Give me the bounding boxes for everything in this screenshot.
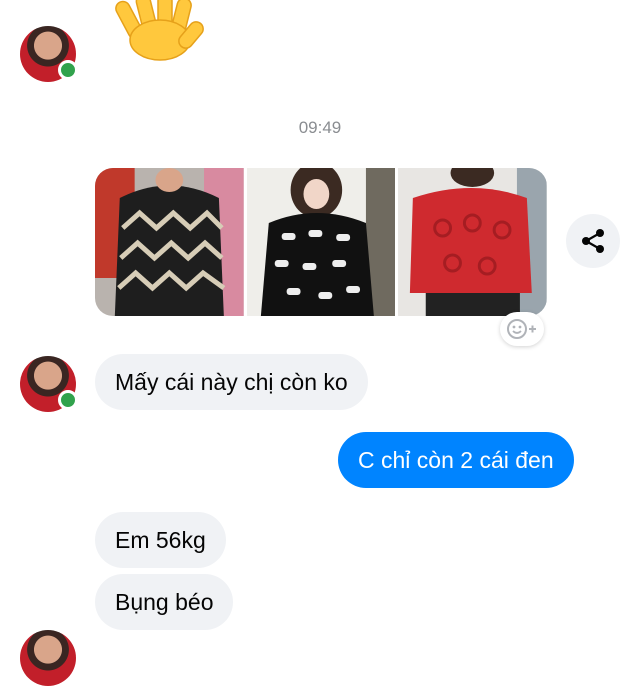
photo-sweater-patterned[interactable] [95, 168, 244, 316]
contact-avatar[interactable] [20, 630, 76, 686]
share-icon [582, 229, 604, 253]
incoming-message-bubble[interactable]: Em 56kg [95, 512, 226, 568]
online-status-dot [58, 390, 78, 410]
contact-avatar[interactable] [20, 356, 78, 412]
incoming-message-bubble[interactable]: Mấy cái này chị còn ko [95, 354, 368, 410]
share-button[interactable] [566, 214, 620, 268]
contact-avatar[interactable] [20, 26, 78, 82]
add-reaction-icon [507, 319, 536, 339]
photo-sweater-black-print[interactable] [246, 168, 396, 316]
outgoing-message-bubble[interactable]: C chỉ còn 2 cái đen [338, 432, 574, 488]
incoming-message-bubble[interactable]: Bụng béo [95, 574, 234, 630]
online-status-dot [58, 60, 78, 80]
waving-hand-emoji-icon [112, 0, 208, 64]
photo-sweater-red[interactable] [398, 168, 547, 316]
photo-gallery[interactable] [95, 168, 547, 316]
add-reaction-button[interactable] [500, 312, 544, 346]
message-timestamp: 09:49 [298, 118, 342, 137]
